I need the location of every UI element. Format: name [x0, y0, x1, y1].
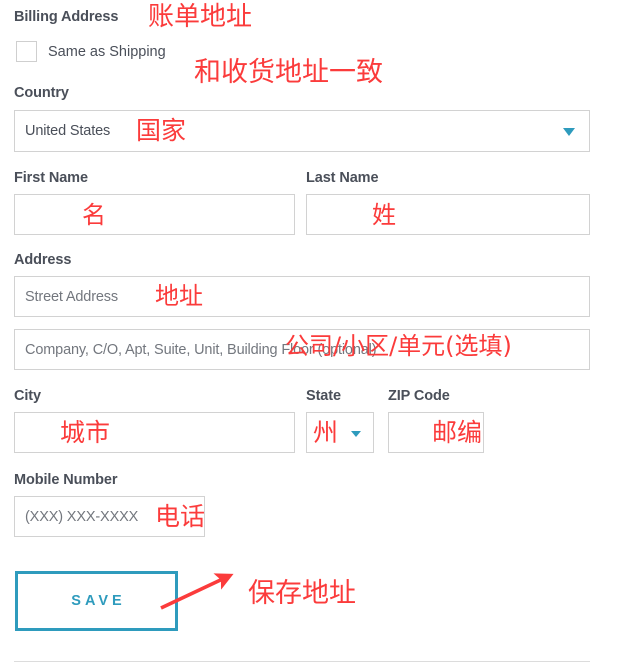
country-select[interactable]: United States	[14, 110, 590, 152]
same-as-shipping-label: Same as Shipping	[48, 44, 166, 60]
street-address-input[interactable]: Street Address	[14, 276, 590, 317]
billing-address-form: Billing Address Same as Shipping Country…	[0, 0, 632, 670]
section-title: Billing Address	[14, 9, 119, 25]
bottom-divider	[14, 661, 590, 662]
last-name-label: Last Name	[306, 170, 379, 186]
city-input[interactable]	[14, 412, 295, 453]
address-label: Address	[14, 252, 72, 268]
save-button[interactable]: SAVE	[15, 571, 178, 631]
same-as-shipping-checkbox[interactable]	[16, 41, 37, 62]
state-select[interactable]	[306, 412, 374, 453]
mobile-number-label: Mobile Number	[14, 472, 118, 488]
country-value: United States	[25, 123, 111, 139]
zip-label: ZIP Code	[388, 388, 450, 404]
mobile-number-placeholder: (XXX) XXX-XXXX	[25, 508, 139, 525]
first-name-input[interactable]	[14, 194, 295, 235]
save-button-label: SAVE	[71, 593, 126, 609]
country-label: Country	[14, 85, 69, 101]
chevron-down-icon	[563, 128, 575, 136]
street-address-placeholder: Street Address	[25, 288, 119, 305]
state-label: State	[306, 388, 341, 404]
city-label: City	[14, 388, 41, 404]
zip-input[interactable]	[388, 412, 484, 453]
address-line2-placeholder: Company, C/O, Apt, Suite, Unit, Building…	[25, 341, 377, 358]
chevron-down-icon	[351, 431, 361, 437]
mobile-number-input[interactable]: (XXX) XXX-XXXX	[14, 496, 205, 537]
address-line2-input[interactable]: Company, C/O, Apt, Suite, Unit, Building…	[14, 329, 590, 370]
last-name-input[interactable]	[306, 194, 590, 235]
first-name-label: First Name	[14, 170, 88, 186]
